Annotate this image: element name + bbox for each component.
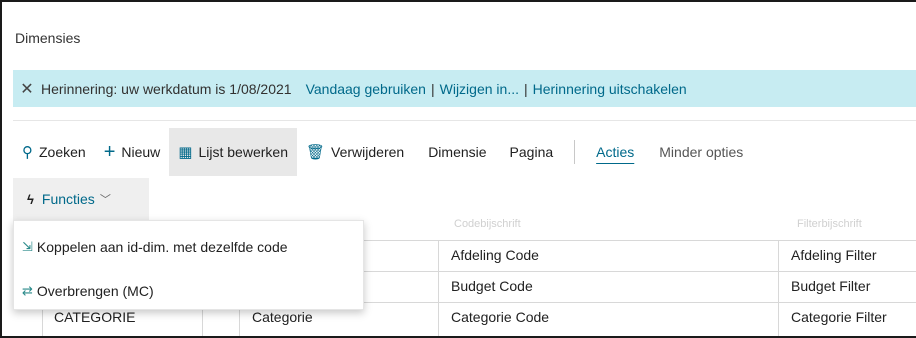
menu-item-label: Koppelen aan id-dim. met dezelfde code bbox=[36, 239, 288, 255]
toolbar-separator bbox=[574, 140, 576, 164]
change-to-link[interactable]: Wijzigen in... bbox=[440, 81, 519, 97]
cell-code: CATEGORIE bbox=[54, 309, 136, 325]
reminder-banner: ✕ Herinnering: uw werkdatum is 1/08/2021… bbox=[13, 70, 916, 107]
trash-icon: 🗑 bbox=[305, 144, 326, 161]
page-label: Pagina bbox=[509, 144, 554, 160]
cell-code-caption: Afdeling Code bbox=[451, 247, 539, 263]
chevron-down-icon: ﹀ bbox=[99, 194, 111, 206]
edit-list-label: Lijst bewerken bbox=[198, 144, 288, 160]
menu-item-link-dimension[interactable]: ⇲ Koppelen aan id-dim. met dezelfde code bbox=[14, 227, 363, 267]
cell-filter-caption: Budget Filter bbox=[791, 278, 871, 294]
search-button[interactable]: ⚲ Zoeken bbox=[13, 128, 95, 176]
column-divider bbox=[438, 240, 439, 336]
column-header-code-caption: Codebijschrift bbox=[454, 218, 521, 230]
edit-list-icon: ▦ bbox=[178, 144, 193, 161]
page-title: Dimensies bbox=[15, 30, 81, 46]
functions-label: Functies bbox=[41, 191, 95, 207]
new-label: Nieuw bbox=[121, 144, 161, 160]
disable-reminder-link[interactable]: Herinnering uitschakelen bbox=[533, 81, 687, 97]
dimension-label: Dimensie bbox=[428, 144, 487, 160]
cell-code-caption: Categorie Code bbox=[451, 309, 550, 325]
actions-label: Acties bbox=[596, 144, 635, 160]
lightning-icon: ϟ bbox=[27, 191, 34, 207]
app-window: Dimensies ✕ Herinnering: uw werkdatum is… bbox=[0, 0, 916, 338]
divider bbox=[13, 120, 916, 121]
actions-tab[interactable]: Acties bbox=[587, 128, 643, 176]
fewer-options-label: Minder opties bbox=[659, 144, 744, 160]
functions-dropdown-button[interactable]: ϟ Functies ﹀ bbox=[13, 178, 149, 220]
banner-message: Herinnering: uw werkdatum is 1/08/2021 bbox=[41, 80, 292, 97]
cell-name: Categorie bbox=[252, 309, 313, 325]
plus-icon: + bbox=[103, 140, 116, 163]
cell-filter-caption: Categorie Filter bbox=[791, 309, 887, 325]
column-header-filter-caption: Filterbijschrift bbox=[797, 218, 862, 230]
close-icon[interactable]: ✕ bbox=[13, 79, 41, 99]
menu-item-transfer[interactable]: ⇄ Overbrengen (MC) bbox=[14, 271, 363, 311]
banner-separator: | bbox=[430, 80, 435, 97]
cell-filter-caption: Afdeling Filter bbox=[791, 247, 877, 263]
search-label: Zoeken bbox=[39, 144, 86, 160]
banner-separator: | bbox=[523, 80, 528, 97]
cell-code-caption: Budget Code bbox=[451, 278, 533, 294]
action-bar: ⚲ Zoeken + Nieuw ▦ Lijst bewerken 🗑 Verw… bbox=[13, 128, 916, 176]
new-button[interactable]: + Nieuw bbox=[95, 128, 170, 176]
link-dim-icon: ⇲ bbox=[22, 239, 33, 254]
search-icon: ⚲ bbox=[22, 144, 33, 161]
menu-item-label: Overbrengen (MC) bbox=[36, 283, 154, 299]
dimension-menu-button[interactable]: Dimensie bbox=[413, 128, 495, 176]
transfer-icon: ⇄ bbox=[22, 283, 33, 298]
use-today-link[interactable]: Vandaag gebruiken bbox=[306, 81, 426, 97]
functions-menu: ⇲ Koppelen aan id-dim. met dezelfde code… bbox=[13, 220, 364, 310]
delete-button[interactable]: 🗑 Verwijderen bbox=[297, 128, 413, 176]
page-menu-button[interactable]: Pagina bbox=[496, 128, 563, 176]
fewer-options-button[interactable]: Minder opties bbox=[643, 128, 752, 176]
edit-list-button[interactable]: ▦ Lijst bewerken bbox=[169, 128, 297, 176]
column-divider bbox=[778, 240, 779, 336]
delete-label: Verwijderen bbox=[331, 144, 405, 160]
